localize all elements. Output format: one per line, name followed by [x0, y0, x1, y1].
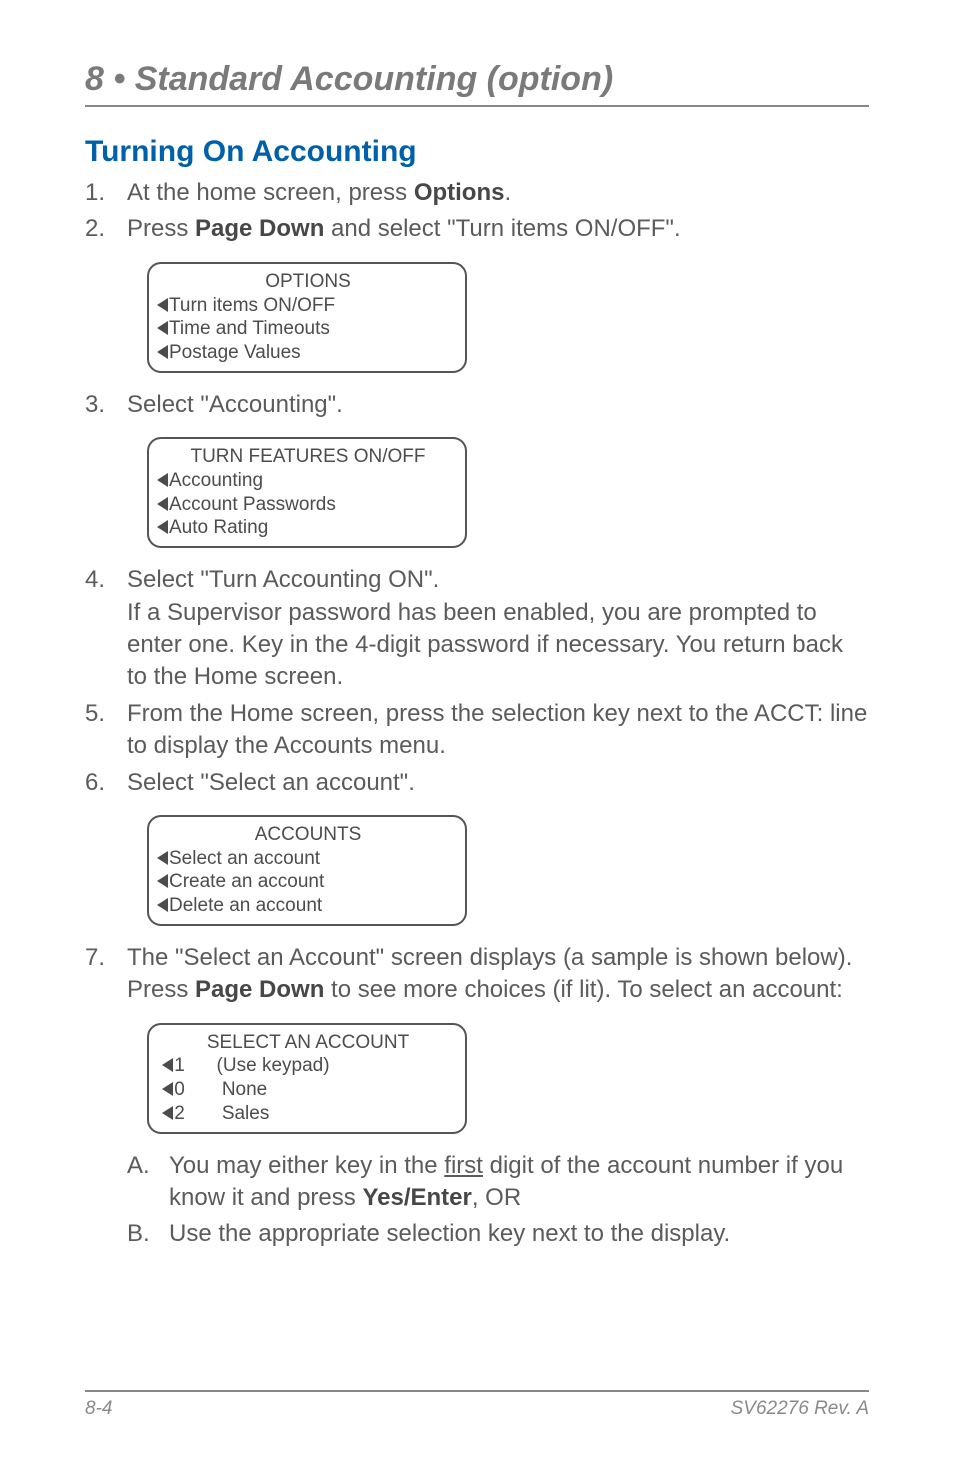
screen-row-text: Create an account [169, 871, 324, 892]
screen-row-text: Time and Timeouts [169, 318, 330, 339]
screen-row: Postage Values [157, 341, 459, 365]
screen-row: Turn items ON/OFF [157, 294, 459, 318]
step-text-continued: If a Supervisor password has been enable… [127, 599, 843, 691]
chapter-divider [85, 105, 869, 107]
step-text: Select "Accounting". [127, 391, 343, 418]
options-screen: OPTIONS Turn items ON/OFF Time and Timeo… [147, 262, 467, 373]
screen-row-text: Postage Values [169, 342, 301, 363]
screen-row: 1 (Use keypad) [157, 1054, 459, 1078]
section-heading: Turning On Accounting [85, 135, 869, 169]
step-2: Press Page Down and select "Turn items O… [85, 213, 869, 372]
chapter-title: 8 • Standard Accounting (option) [85, 60, 869, 99]
triangle-left-icon [157, 298, 168, 312]
substep-b: Use the appropriate selection key next t… [127, 1218, 869, 1250]
triangle-left-icon [157, 898, 168, 912]
screen-row-text: Accounting [169, 470, 263, 491]
screen-row-text: (Use keypad) [217, 1055, 330, 1076]
screen-row-text: Delete an account [169, 895, 322, 916]
accounts-screen: ACCOUNTS Select an account Create an acc… [147, 815, 467, 926]
step-7: The "Select an Account" screen displays … [85, 942, 869, 1251]
step-text-post: . [504, 179, 511, 206]
screen-row-text: None [222, 1079, 267, 1100]
turn-features-screen: TURN FEATURES ON/OFF Accounting Account … [147, 437, 467, 548]
screen-row-text: Account Passwords [169, 494, 336, 515]
substep-a: You may either key in the first digit of… [127, 1150, 869, 1215]
page-number: 8-4 [85, 1398, 112, 1420]
substep-text-post: , OR [472, 1184, 521, 1211]
step-text: From the Home screen, press the selectio… [127, 700, 867, 759]
screen-row: Accounting [157, 469, 459, 493]
screen-title: TURN FEATURES ON/OFF [157, 445, 459, 469]
screen-row: Create an account [157, 870, 459, 894]
screen-row: 2 Sales [157, 1102, 459, 1126]
step-6: Select "Select an account". ACCOUNTS Sel… [85, 767, 869, 926]
step-3: Select "Accounting". TURN FEATURES ON/OF… [85, 389, 869, 548]
screen-row-text: Auto Rating [169, 517, 268, 538]
page-down-keyword: Page Down [195, 976, 324, 1003]
step-text-post: and select "Turn items ON/OFF". [324, 215, 680, 242]
substep-text: You may either key in the [169, 1152, 444, 1179]
step-text: Press [127, 215, 195, 242]
substep-text: Use the appropriate selection key next t… [169, 1220, 730, 1247]
yes-enter-keyword: Yes/Enter [362, 1184, 471, 1211]
screen-row: Select an account [157, 847, 459, 871]
options-keyword: Options [414, 179, 505, 206]
page-footer: 8-4 SV62276 Rev. A [85, 1390, 869, 1420]
triangle-left-icon [157, 345, 168, 359]
screen-row: Account Passwords [157, 493, 459, 517]
page-down-keyword: Page Down [195, 215, 324, 242]
triangle-left-icon [157, 520, 168, 534]
step-text: Select "Select an account". [127, 769, 415, 796]
footer-divider [85, 1390, 869, 1392]
screen-title: OPTIONS [157, 270, 459, 294]
main-steps: At the home screen, press Options. Press… [85, 177, 869, 1251]
screen-title: SELECT AN ACCOUNT [157, 1031, 459, 1055]
step-text: At the home screen, press [127, 179, 414, 206]
triangle-left-icon [162, 1082, 173, 1096]
screen-row-key: 1 [174, 1055, 185, 1076]
doc-revision: SV62276 Rev. A [731, 1398, 869, 1420]
step-5: From the Home screen, press the selectio… [85, 698, 869, 763]
screen-row-text: Turn items ON/OFF [169, 295, 335, 316]
screen-row: Time and Timeouts [157, 317, 459, 341]
triangle-left-icon [162, 1058, 173, 1072]
screen-row-text: Select an account [169, 848, 320, 869]
screen-row: 0 None [157, 1078, 459, 1102]
step-text-post: to see more choices (if lit). To select … [324, 976, 842, 1003]
step-4: Select "Turn Accounting ON". If a Superv… [85, 564, 869, 694]
first-underline: first [444, 1152, 483, 1179]
screen-row: Delete an account [157, 894, 459, 918]
triangle-left-icon [157, 321, 168, 335]
triangle-left-icon [157, 473, 168, 487]
step-text: Select "Turn Accounting ON". [127, 566, 439, 593]
triangle-left-icon [157, 874, 168, 888]
step-1: At the home screen, press Options. [85, 177, 869, 209]
sub-steps: You may either key in the first digit of… [127, 1150, 869, 1251]
triangle-left-icon [162, 1106, 173, 1120]
triangle-left-icon [157, 497, 168, 511]
screen-row-key: 2 [174, 1103, 185, 1124]
screen-title: ACCOUNTS [157, 823, 459, 847]
screen-row: Auto Rating [157, 516, 459, 540]
triangle-left-icon [157, 851, 168, 865]
screen-row-key: 0 [174, 1079, 185, 1100]
screen-row-text: Sales [222, 1103, 270, 1124]
select-account-screen: SELECT AN ACCOUNT 1 (Use keypad) 0 None … [147, 1023, 467, 1134]
